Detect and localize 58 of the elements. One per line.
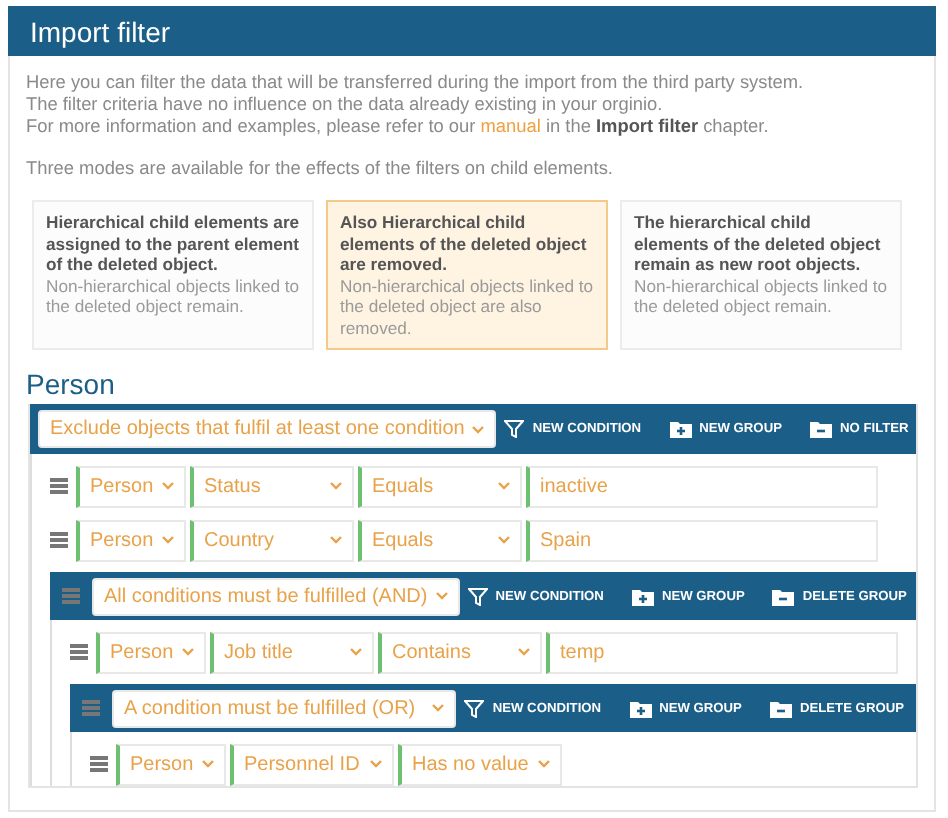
funnel-icon [467, 587, 488, 605]
panel-title: Import filter [30, 15, 171, 47]
mode-card[interactable]: The hierarchical child elements of the deleted object remain as new root objects. Non-hierarchical objects linked to the deleted object remain. [620, 200, 902, 350]
chevron-down-icon [182, 648, 194, 656]
chevron-down-icon [162, 482, 174, 490]
select-field[interactable]: Job title [210, 631, 374, 673]
drag-handle-icon[interactable] [82, 700, 100, 716]
chevron-down-icon [330, 482, 342, 490]
select-field[interactable]: A condition must be fulfilled (OR) [112, 689, 457, 727]
intro-text: Here you can filter the data that will be transferred during the import from the third party system. [26, 72, 806, 94]
folder-minus-icon [772, 587, 795, 605]
select-field[interactable]: Has no value [398, 743, 562, 785]
value-field[interactable]: Spain [526, 519, 878, 561]
chevron-down-icon [432, 704, 445, 712]
folder-minus-icon [769, 699, 792, 717]
folder-plus-icon [669, 420, 692, 438]
select-field[interactable]: Contains [378, 631, 542, 673]
select-field[interactable]: Person [76, 519, 186, 561]
funnel-icon [504, 420, 525, 438]
mode-card[interactable]: Hierarchical child elements are assigned to the parent element of the deleted object. Non-hierarchical objects linked to the deleted object remain. [32, 200, 314, 350]
chevron-down-icon [162, 536, 174, 544]
chevron-down-icon [472, 425, 485, 433]
chevron-down-icon [498, 536, 510, 544]
manual-link[interactable]: manual [480, 116, 541, 136]
select-field[interactable]: Country [190, 519, 354, 561]
chevron-down-icon [518, 648, 530, 656]
drag-handle-icon[interactable] [50, 532, 68, 548]
folder-minus-icon [809, 420, 832, 438]
chevron-down-icon [202, 760, 214, 768]
chevron-down-icon [498, 482, 510, 490]
drag-handle-icon[interactable] [50, 478, 68, 494]
select-field[interactable]: Equals [358, 519, 522, 561]
select-field[interactable]: Status [190, 465, 354, 507]
chevron-down-icon [350, 648, 362, 656]
value-field[interactable]: temp [546, 631, 898, 673]
select-field[interactable]: Exclude objects that fulfil at least one condition [38, 410, 497, 448]
intro-text: For more information and examples, please refer to our manual in the Import filter chapter. [26, 116, 771, 138]
drag-handle-icon[interactable] [90, 756, 108, 772]
mode-card[interactable]: Also Hierarchical child elements of the deleted object are removed. Non-hierarchical objects linked to the deleted object are also removed. [326, 200, 608, 350]
drag-handle-icon[interactable] [70, 644, 88, 660]
funnel-icon [464, 699, 485, 717]
select-field[interactable]: Equals [358, 465, 522, 507]
chevron-down-icon [330, 536, 342, 544]
folder-plus-icon [629, 699, 652, 717]
value-field[interactable]: inactive [526, 465, 878, 507]
chevron-down-icon [538, 760, 550, 768]
intro-text: The filter criteria have no influence on the data already existing in your orginio. [26, 94, 665, 116]
folder-plus-icon [631, 587, 654, 605]
chevron-down-icon [370, 760, 382, 768]
select-field[interactable]: Person [96, 631, 206, 673]
drag-handle-icon[interactable] [62, 588, 80, 604]
chevron-down-icon [435, 592, 448, 600]
modes-note: Three modes are available for the effects of the filters on child elements. [26, 158, 615, 180]
select-field[interactable]: All conditions must be fulfilled (AND) [92, 577, 460, 615]
select-field[interactable]: Personnel ID [230, 743, 394, 785]
section-title: Person [26, 368, 117, 400]
select-field[interactable]: Person [76, 465, 186, 507]
select-field[interactable]: Person [116, 743, 226, 785]
